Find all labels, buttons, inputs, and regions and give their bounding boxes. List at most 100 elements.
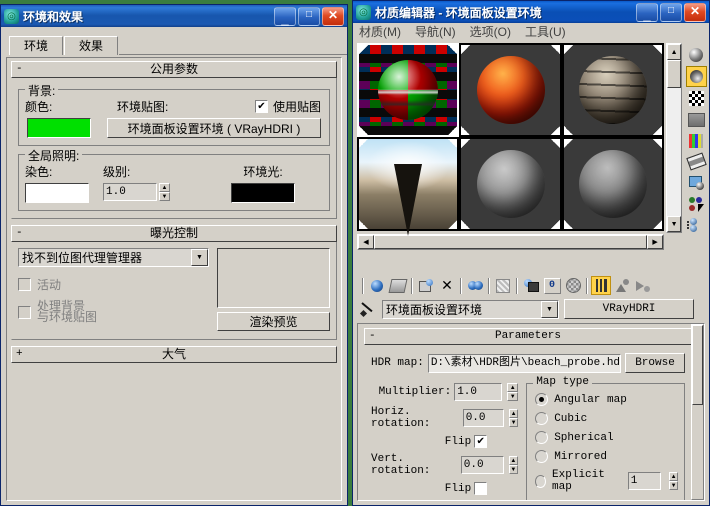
rollup-atmosphere: + 大气: [11, 346, 337, 363]
go-forward-to-sibling-icon[interactable]: [633, 276, 653, 295]
put-material-to-scene-icon[interactable]: [388, 276, 408, 295]
slots-horizontal-scrollbar[interactable]: ◀ ▶: [357, 234, 664, 250]
make-unique-icon[interactable]: [493, 276, 513, 295]
material-name-combo[interactable]: 环境面板设置环境 ▼: [382, 300, 559, 319]
material-slot-3[interactable]: [562, 43, 664, 137]
map-type-radio-cubic[interactable]: [535, 412, 548, 425]
close-button[interactable]: ✕: [684, 3, 706, 22]
material-slot-1[interactable]: [357, 43, 459, 137]
maximize-button[interactable]: □: [298, 7, 320, 26]
minimize-button[interactable]: _: [274, 7, 296, 26]
vert-rotation-field[interactable]: 0.0: [461, 456, 504, 474]
level-field[interactable]: 1.0: [103, 183, 157, 201]
parameters-vertical-scrollbar[interactable]: [691, 324, 704, 500]
chevron-down-icon[interactable]: ▼: [541, 301, 558, 318]
scrollbar-thumb-vertical[interactable]: [667, 60, 681, 88]
scroll-left-button[interactable]: ◀: [358, 235, 374, 249]
chevron-down-icon[interactable]: ▼: [191, 249, 208, 266]
ambient-color-swatch[interactable]: [231, 183, 295, 203]
menu-options[interactable]: 选项(O): [470, 23, 511, 40]
group-global-lighting: 全局照明: 染色: 级别: 1.0 ▲▼: [18, 154, 330, 211]
sample-type-sphere-icon[interactable]: [687, 45, 706, 64]
scroll-right-button[interactable]: ▶: [647, 235, 663, 249]
rollup-common-header[interactable]: - 公用参数: [11, 61, 337, 78]
rollup-exposure-header[interactable]: - 曝光控制: [11, 225, 337, 242]
menu-navigation[interactable]: 导航(N): [415, 23, 456, 40]
rollup-atmosphere-toggle[interactable]: +: [16, 347, 23, 362]
minimize-button[interactable]: _: [636, 3, 658, 22]
mat-window-titlebar[interactable]: ◎ 材质编辑器 - 环境面板设置环境 _ □ ✕: [353, 1, 709, 23]
slots-vertical-scrollbar[interactable]: ▲ ▼: [666, 43, 682, 233]
background-checker-icon[interactable]: [687, 89, 706, 108]
make-material-copy-icon[interactable]: [465, 276, 485, 295]
environment-map-button[interactable]: 环境面板设置环境 ( VRayHDRI ): [107, 118, 321, 138]
active-checkbox[interactable]: [18, 278, 31, 291]
map-type-radio-angular[interactable]: [535, 393, 548, 406]
material-slot-6[interactable]: [562, 137, 664, 231]
tab-effects[interactable]: 效果: [64, 36, 118, 55]
material-slot-4[interactable]: [357, 137, 459, 231]
go-to-parent-icon[interactable]: [612, 276, 632, 295]
multiplier-field[interactable]: 1.0: [454, 383, 502, 401]
material-slot-5[interactable]: [459, 137, 561, 231]
assign-material-to-selection-icon[interactable]: [416, 276, 436, 295]
show-map-in-viewport-icon[interactable]: [563, 276, 583, 295]
map-type-radio-mirrored[interactable]: [535, 450, 548, 463]
map-type-radio-spherical[interactable]: [535, 431, 548, 444]
process-background-checkbox[interactable]: [18, 306, 31, 319]
vert-rotation-spinner[interactable]: ▲▼: [509, 456, 519, 474]
env-window-titlebar[interactable]: ◎ 环境和效果 _ □ ✕: [1, 5, 347, 27]
maximize-button[interactable]: □: [660, 3, 682, 22]
reset-map-icon[interactable]: ✕: [437, 276, 457, 295]
explicit-map-field[interactable]: 1: [628, 472, 661, 490]
material-map-navigator-icon[interactable]: [687, 215, 706, 234]
sample-uv-tiling-icon[interactable]: [687, 110, 706, 129]
backlight-icon[interactable]: [686, 66, 707, 87]
hdr-map-field[interactable]: D:\素材\HDR图片\beach_probe.hd: [428, 354, 621, 373]
show-end-result-icon[interactable]: [591, 276, 611, 295]
menu-material[interactable]: 材质(M): [359, 23, 401, 40]
material-effects-id-icon[interactable]: 0: [542, 276, 562, 295]
rollup-parameters-header[interactable]: - Parameters: [364, 328, 692, 345]
rollup-atmosphere-header[interactable]: + 大气: [11, 346, 337, 363]
material-editor-vertical-toolbar: [685, 43, 707, 258]
close-button[interactable]: ✕: [322, 7, 344, 26]
flip-checkbox-2[interactable]: [474, 482, 487, 495]
eyedropper-icon[interactable]: [359, 300, 377, 318]
rollup-common-toggle[interactable]: -: [16, 62, 23, 77]
horiz-rotation-spinner[interactable]: ▲▼: [509, 409, 518, 427]
parameters-scrollbar-thumb[interactable]: [692, 325, 703, 405]
browse-button[interactable]: Browse: [625, 353, 685, 373]
background-color-swatch[interactable]: [27, 118, 91, 138]
get-material-icon[interactable]: [367, 276, 387, 295]
menu-utilities[interactable]: 工具(U): [525, 23, 566, 40]
rollup-exposure-body: 找不到位图代理管理器 ▼ 活动 处理背景: [11, 242, 337, 340]
material-type-button[interactable]: VRayHDRI: [564, 299, 694, 319]
options-icon[interactable]: [687, 173, 706, 192]
flip-checkbox-1[interactable]: ✔: [474, 435, 487, 448]
tab-environment[interactable]: 环境: [9, 36, 63, 55]
scrollbar-thumb-horizontal[interactable]: [374, 235, 647, 249]
multiplier-spinner[interactable]: ▲▼: [507, 383, 518, 401]
rollup-parameters-title: Parameters: [495, 330, 561, 342]
scroll-down-button[interactable]: ▼: [667, 216, 681, 232]
gamma-spinner[interactable]: ▲▼: [507, 500, 518, 501]
rollup-parameters-toggle[interactable]: -: [369, 329, 376, 344]
explicit-map-spinner[interactable]: ▲▼: [669, 472, 678, 490]
tint-color-swatch[interactable]: [25, 183, 89, 203]
video-color-check-icon[interactable]: [687, 131, 706, 150]
level-spinner[interactable]: ▲▼: [159, 183, 170, 201]
use-map-checkbox[interactable]: ✔: [255, 100, 268, 113]
map-type-radio-explicit[interactable]: [535, 475, 546, 488]
rollup-exposure-toggle[interactable]: -: [16, 226, 23, 241]
put-to-library-icon[interactable]: [521, 276, 541, 295]
horiz-rotation-field[interactable]: 0.0: [463, 409, 504, 427]
exposure-control-selector[interactable]: 找不到位图代理管理器 ▼: [18, 248, 209, 267]
material-slot-2[interactable]: [459, 43, 561, 137]
render-preview-button[interactable]: 渲染预览: [217, 312, 330, 331]
make-preview-icon[interactable]: [687, 152, 706, 171]
rollup-exposure-control: - 曝光控制 找不到位图代理管理器 ▼ 活动: [11, 225, 337, 340]
select-by-material-icon[interactable]: [687, 194, 706, 213]
gamma-field[interactable]: 1.0: [454, 500, 502, 501]
scroll-up-button[interactable]: ▲: [667, 44, 681, 60]
